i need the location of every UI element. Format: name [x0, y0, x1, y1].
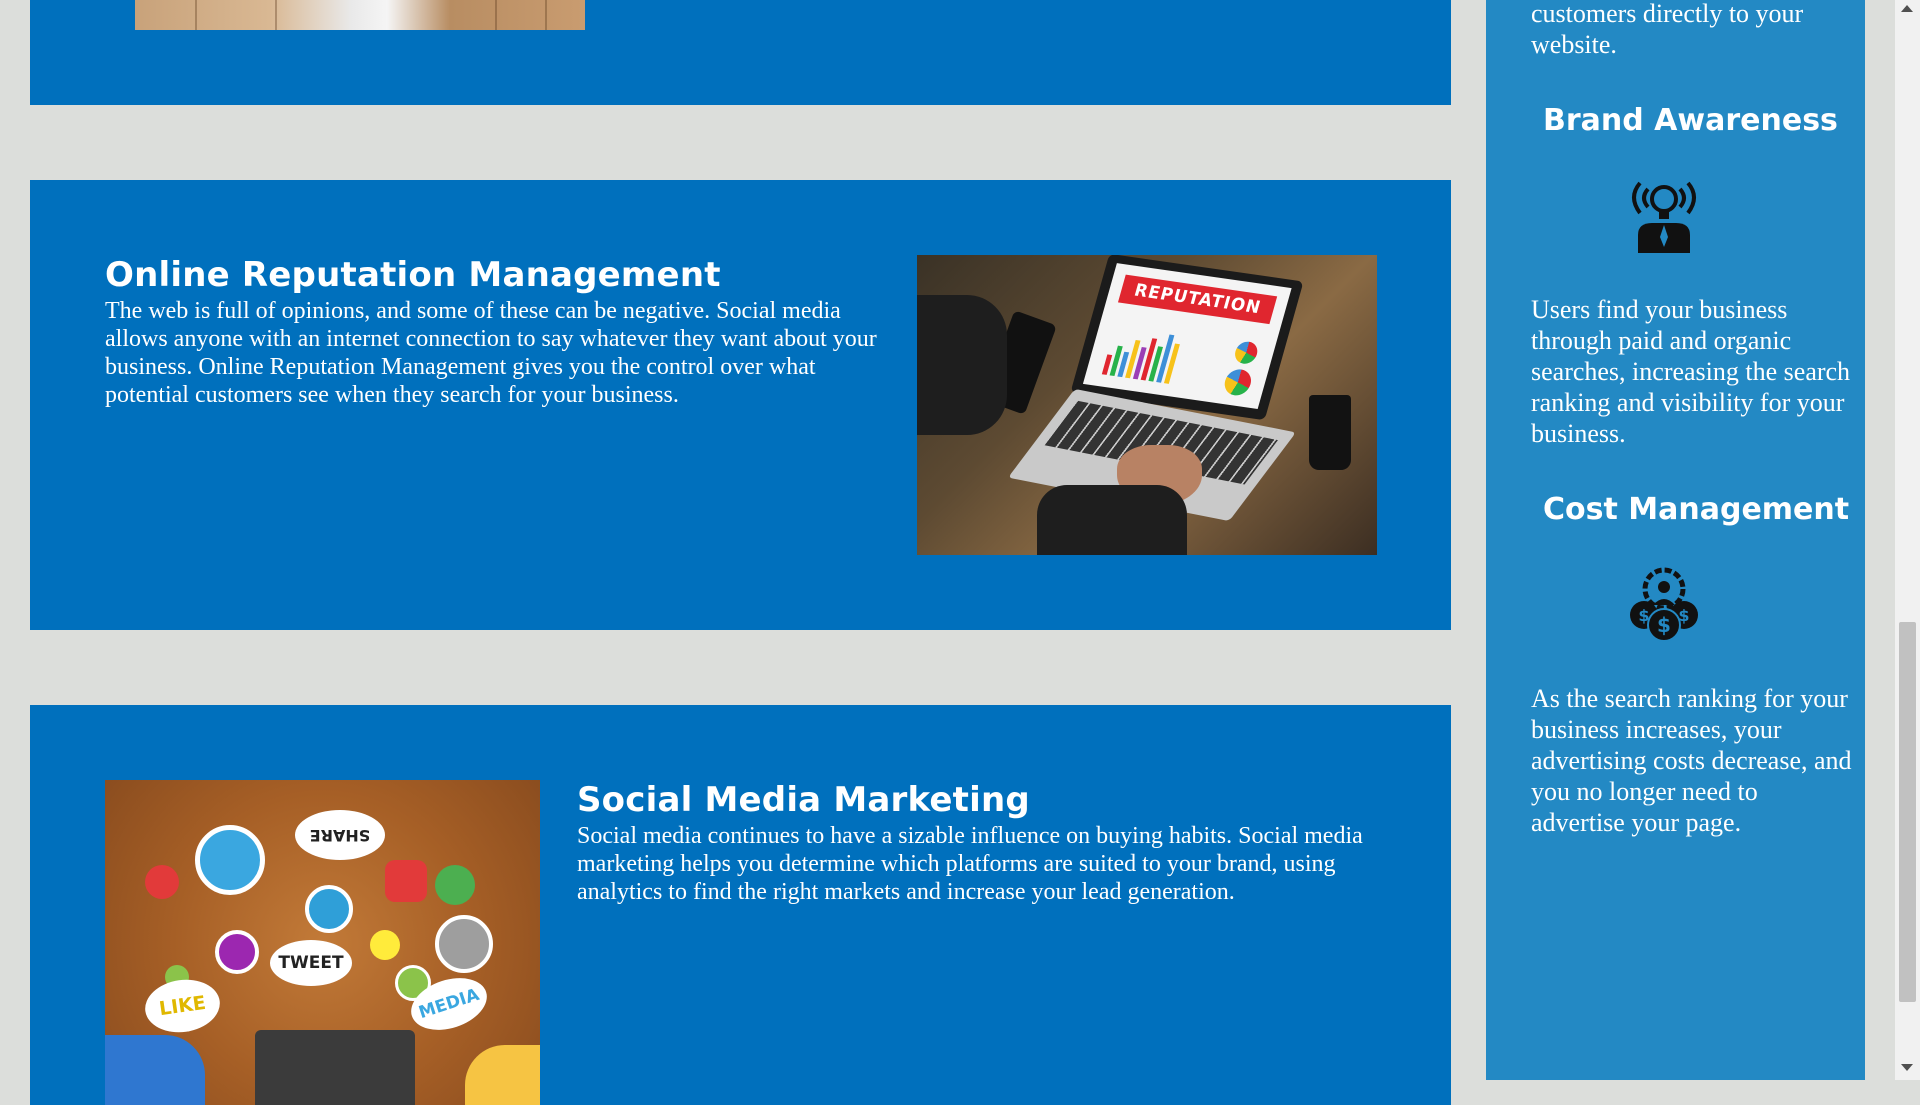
svg-text:$: $: [1638, 606, 1649, 625]
bulb-icon: [145, 865, 179, 899]
service-panel-social: SHARE TWEET LIKE MEDIA Social Media Mark…: [30, 705, 1451, 1105]
share-tag: SHARE: [295, 810, 385, 860]
pie-graphic: [1221, 367, 1255, 398]
like-tag: LIKE: [141, 975, 224, 1037]
sidebar-intro-text: customers directly to your website.: [1531, 0, 1804, 59]
cup-graphic: [1309, 395, 1351, 470]
benefits-sidebar: customers directly to your website. Bran…: [1486, 0, 1865, 1080]
service-image-previous: [135, 0, 585, 30]
brand-awareness-text: Users find your business through paid an…: [1531, 295, 1851, 448]
reputation-title: Online Reputation Management: [105, 255, 721, 295]
camera-icon: [305, 885, 353, 933]
service-panel-reputation: Online Reputation Management The web is …: [30, 180, 1451, 630]
page-scrollbar[interactable]: [1895, 0, 1920, 1080]
sleeve-graphic: [917, 295, 1007, 435]
reputation-description: The web is full of opinions, and some of…: [105, 298, 877, 408]
svg-text:$: $: [1678, 606, 1689, 625]
service-panel-previous: [30, 0, 1451, 105]
scroll-up-arrow-icon[interactable]: [1901, 5, 1913, 12]
sleeve-graphic-yellow: [465, 1045, 540, 1105]
pie-graphic-small: [1232, 340, 1260, 366]
sleeve-graphic-lower: [1037, 485, 1187, 555]
money-gear-icon: $ $ $: [1626, 565, 1702, 648]
tweet-tag: TWEET: [270, 940, 352, 986]
reputation-image-caption: REPUTATION: [1117, 274, 1278, 325]
reputation-image: REPUTATION: [917, 255, 1377, 555]
plant-icon: [435, 865, 475, 905]
scroll-down-arrow-icon[interactable]: [1901, 1064, 1913, 1071]
search-icon: [370, 930, 400, 960]
cloud-icon: [195, 825, 265, 895]
laptop-graphic: [255, 1030, 415, 1105]
lightbulb-person-icon: [1626, 175, 1702, 260]
svg-text:$: $: [1657, 613, 1671, 637]
cost-management-title: Cost Management: [1543, 492, 1850, 527]
chat-icon: [215, 930, 259, 974]
phone-icon: [385, 860, 427, 902]
cost-management-text: As the search ranking for your business …: [1531, 684, 1852, 837]
brand-awareness-title: Brand Awareness: [1543, 103, 1838, 138]
social-title: Social Media Marketing: [577, 780, 1030, 820]
scroll-thumb[interactable]: [1899, 622, 1916, 1002]
social-description: Social media continues to have a sizable…: [577, 823, 1363, 905]
social-media-image: SHARE TWEET LIKE MEDIA: [105, 780, 540, 1105]
bar-graphic: [1101, 320, 1205, 387]
sleeve-graphic-blue: [105, 1035, 205, 1105]
robot-icon: [435, 915, 493, 973]
